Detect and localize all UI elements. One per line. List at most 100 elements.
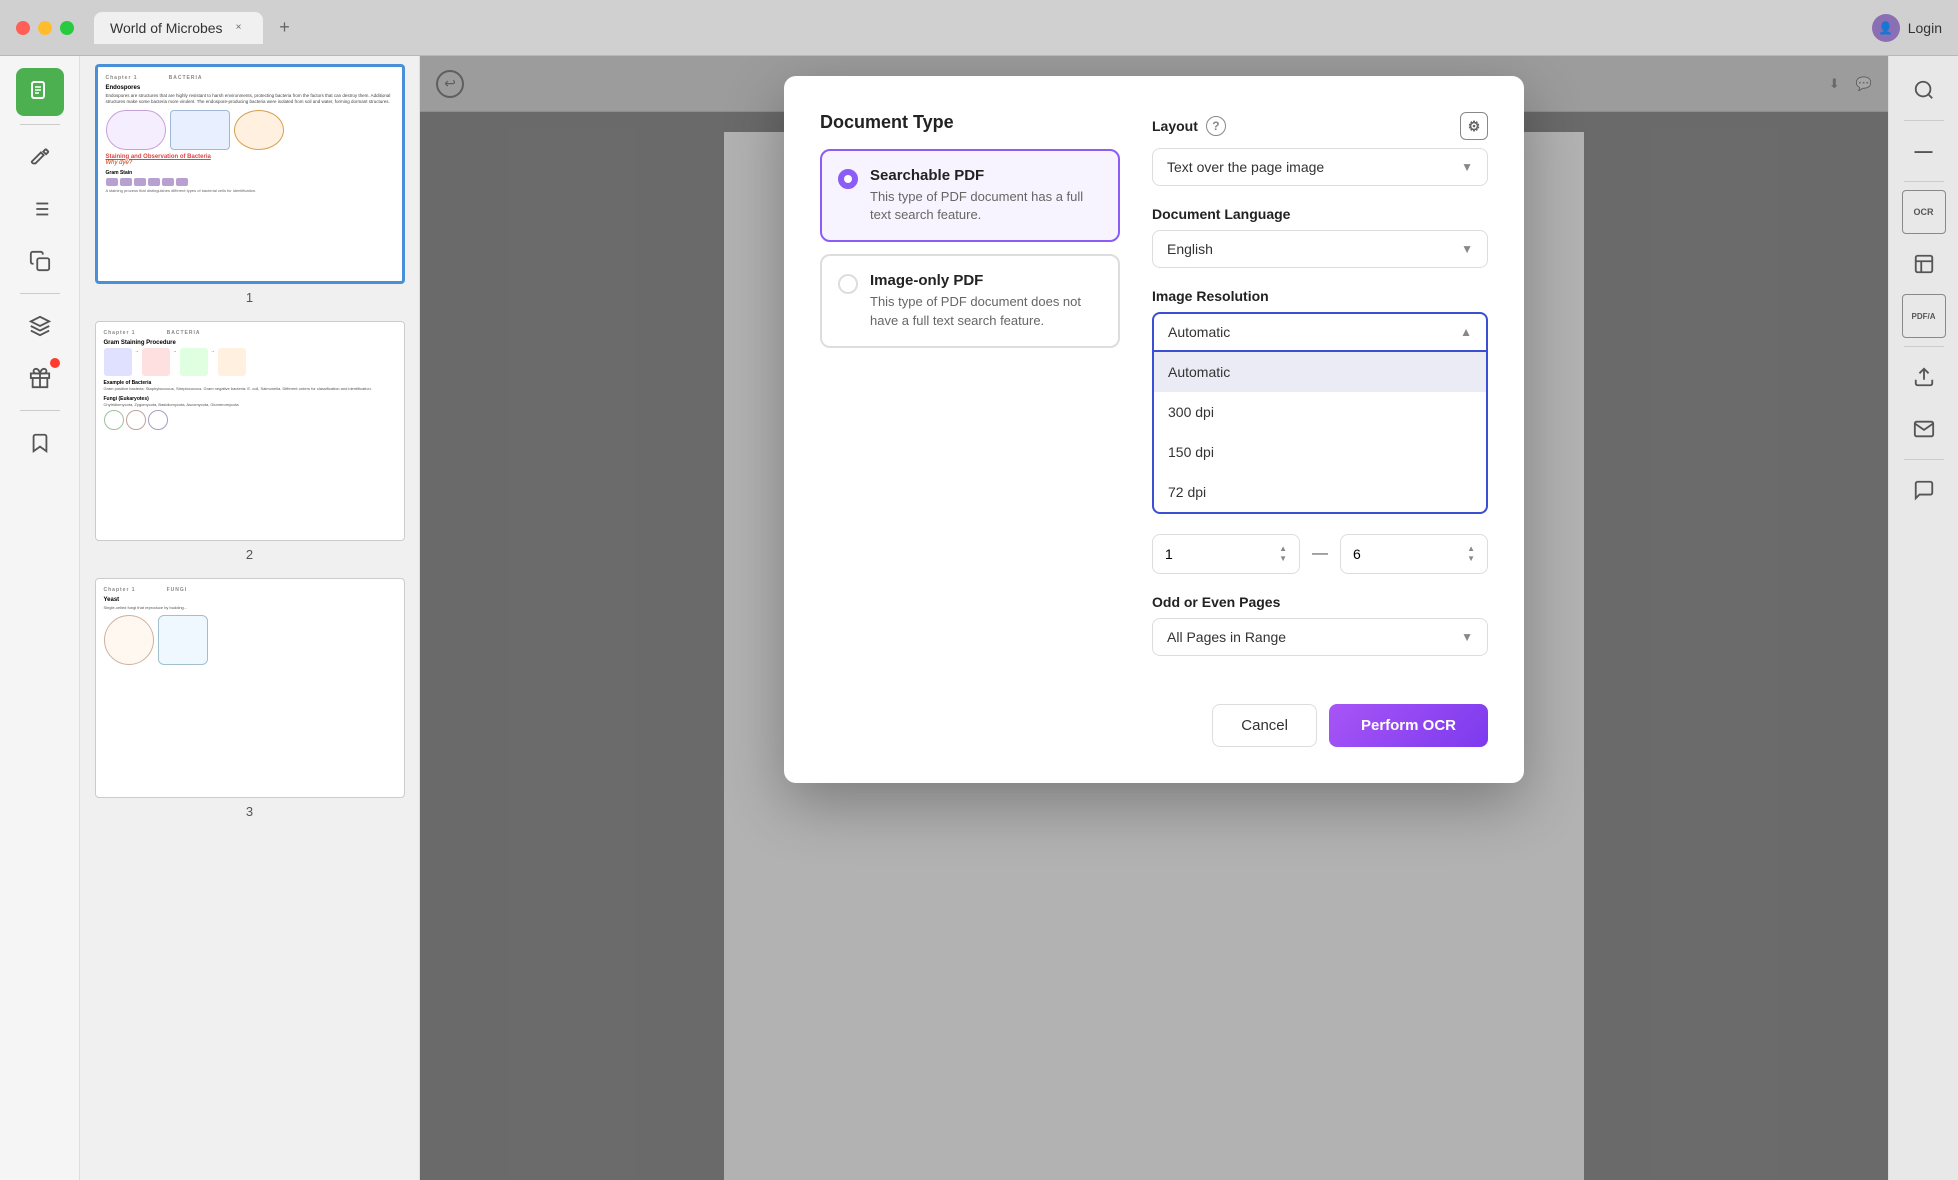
odd-even-label-row: Odd or Even Pages bbox=[1152, 594, 1488, 610]
page-to-value: 6 bbox=[1353, 546, 1361, 562]
sidebar-divider-1 bbox=[20, 124, 60, 125]
sidebar-item-list[interactable] bbox=[16, 185, 64, 233]
page-from-down[interactable]: ▼ bbox=[1279, 555, 1287, 563]
maximize-button[interactable] bbox=[60, 21, 74, 35]
tab-close-button[interactable]: × bbox=[231, 20, 247, 36]
scan-icon[interactable] bbox=[1902, 242, 1946, 286]
resolution-option-72dpi[interactable]: 72 dpi bbox=[1154, 472, 1486, 512]
thumbnail-number-2: 2 bbox=[246, 547, 253, 562]
odd-even-dropdown[interactable]: All Pages in Range ▼ bbox=[1152, 618, 1488, 656]
sidebar-item-gift[interactable] bbox=[16, 354, 64, 402]
layout-value: Text over the page image bbox=[1167, 159, 1324, 175]
right-toolbar-divider-4 bbox=[1904, 459, 1944, 460]
thumbnail-number-3: 3 bbox=[246, 804, 253, 819]
thumbnail-image-3[interactable]: Chapter 1 FUNGI Yeast Single-celled fung… bbox=[95, 578, 405, 798]
sidebar-divider-3 bbox=[20, 410, 60, 411]
page-to-input[interactable]: 6 ▲ ▼ bbox=[1340, 534, 1488, 574]
thumbnail-image-1[interactable]: Chapter 1 BACTERIA Endospores Endospores… bbox=[95, 64, 405, 284]
resolution-current-value: Automatic bbox=[1168, 324, 1230, 340]
sidebar-item-copy[interactable] bbox=[16, 237, 64, 285]
searchable-pdf-content: Searchable PDF This type of PDF document… bbox=[870, 167, 1102, 224]
resolution-label-text: Image Resolution bbox=[1152, 288, 1269, 304]
image-only-pdf-option[interactable]: Image-only PDF This type of PDF document… bbox=[820, 254, 1120, 347]
language-value: English bbox=[1167, 241, 1213, 257]
layout-dropdown-arrow: ▼ bbox=[1461, 160, 1473, 174]
ocr-dialog: Document Type Searchable PDF This type o… bbox=[784, 76, 1524, 783]
layout-control: Layout ? ⚙ Text over the page image ▼ bbox=[1152, 112, 1488, 186]
page-to-up[interactable]: ▲ bbox=[1467, 545, 1475, 553]
pdf-icon[interactable]: PDF/A bbox=[1902, 294, 1946, 338]
odd-even-dropdown-arrow: ▼ bbox=[1461, 630, 1473, 644]
new-tab-button[interactable]: + bbox=[271, 14, 299, 42]
language-dropdown[interactable]: English ▼ bbox=[1152, 230, 1488, 268]
right-toolbar-divider-2 bbox=[1904, 181, 1944, 182]
searchable-pdf-option[interactable]: Searchable PDF This type of PDF document… bbox=[820, 149, 1120, 242]
traffic-lights bbox=[16, 21, 74, 35]
document-type-title: Document Type bbox=[820, 112, 1120, 133]
settings-section: Layout ? ⚙ Text over the page image ▼ bbox=[1152, 112, 1488, 676]
thumbnail-item-3[interactable]: Chapter 1 FUNGI Yeast Single-celled fung… bbox=[88, 578, 411, 819]
resolution-option-automatic[interactable]: Automatic bbox=[1154, 352, 1486, 392]
main-tab[interactable]: World of Microbes × bbox=[94, 12, 263, 44]
image-only-pdf-desc: This type of PDF document does not have … bbox=[870, 293, 1102, 329]
cancel-button[interactable]: Cancel bbox=[1212, 704, 1317, 747]
close-button[interactable] bbox=[16, 21, 30, 35]
sidebar-item-layers[interactable] bbox=[16, 302, 64, 350]
layout-dropdown[interactable]: Text over the page image ▼ bbox=[1152, 148, 1488, 186]
language-dropdown-arrow: ▼ bbox=[1461, 242, 1473, 256]
resolution-dropdown-arrow: ▲ bbox=[1460, 325, 1472, 339]
sidebar-item-document[interactable] bbox=[16, 68, 64, 116]
search-icon[interactable] bbox=[1902, 68, 1946, 112]
tab-area: World of Microbes × + bbox=[94, 12, 1872, 44]
comment-icon[interactable] bbox=[1902, 468, 1946, 512]
ocr-icon[interactable]: OCR bbox=[1902, 190, 1946, 234]
resolution-dropdown-list: Automatic 300 dpi 150 dpi 72 dpi bbox=[1152, 352, 1488, 514]
odd-even-control: Odd or Even Pages All Pages in Range ▼ bbox=[1152, 594, 1488, 656]
page-to-down[interactable]: ▼ bbox=[1467, 555, 1475, 563]
odd-even-label-text: Odd or Even Pages bbox=[1152, 594, 1280, 610]
layout-settings-icon[interactable]: ⚙ bbox=[1460, 112, 1488, 140]
login-label: Login bbox=[1908, 20, 1942, 36]
thumbnail-item-1[interactable]: Chapter 1 BACTERIA Endospores Endospores… bbox=[88, 64, 411, 305]
thumbnail-number-1: 1 bbox=[246, 290, 253, 305]
resolution-option-300dpi[interactable]: 300 dpi bbox=[1154, 392, 1486, 432]
left-sidebar bbox=[0, 56, 80, 1180]
resolution-dropdown-header[interactable]: Automatic ▲ bbox=[1152, 312, 1488, 352]
minimize-button[interactable] bbox=[38, 21, 52, 35]
sidebar-item-bookmark[interactable] bbox=[16, 419, 64, 467]
resolution-control: Image Resolution Automatic ▲ Automatic 3… bbox=[1152, 288, 1488, 514]
document-type-section: Document Type Searchable PDF This type o… bbox=[820, 112, 1120, 676]
layout-label-row: Layout ? ⚙ bbox=[1152, 112, 1488, 140]
email-icon[interactable] bbox=[1902, 407, 1946, 451]
odd-even-value: All Pages in Range bbox=[1167, 629, 1286, 645]
page-from-input[interactable]: 1 ▲ ▼ bbox=[1152, 534, 1300, 574]
export-icon[interactable] bbox=[1902, 355, 1946, 399]
resolution-option-150dpi[interactable]: 150 dpi bbox=[1154, 432, 1486, 472]
perform-ocr-button[interactable]: Perform OCR bbox=[1329, 704, 1488, 747]
radio-inner-dot bbox=[844, 175, 852, 183]
resolution-label-row: Image Resolution bbox=[1152, 288, 1488, 304]
image-only-pdf-radio[interactable] bbox=[838, 274, 858, 294]
right-toolbar-divider-1 bbox=[1904, 120, 1944, 121]
searchable-pdf-radio[interactable] bbox=[838, 169, 858, 189]
page-to-stepper: ▲ ▼ bbox=[1467, 545, 1475, 563]
page-range-row: 1 ▲ ▼ — 6 ▲ ▼ bbox=[1152, 534, 1488, 574]
right-toolbar: — OCR PDF/A bbox=[1888, 56, 1958, 1180]
range-dash: — bbox=[1312, 545, 1328, 563]
titlebar: World of Microbes × + 👤 Login bbox=[0, 0, 1958, 56]
minus-icon[interactable]: — bbox=[1902, 129, 1946, 173]
thumbnail-item-2[interactable]: Chapter 1 BACTERIA Gram Staining Procedu… bbox=[88, 321, 411, 562]
dialog-buttons: Cancel Perform OCR bbox=[820, 704, 1488, 747]
searchable-pdf-label: Searchable PDF bbox=[870, 167, 1102, 184]
right-toolbar-divider-3 bbox=[1904, 346, 1944, 347]
user-avatar: 👤 bbox=[1872, 14, 1900, 42]
sidebar-item-brush[interactable] bbox=[16, 133, 64, 181]
dialog-overlay: Document Type Searchable PDF This type o… bbox=[420, 56, 1888, 1180]
main-content: ↩ ⬇ 💬 BACTERIA ative cell bbox=[420, 56, 1888, 1180]
gift-badge bbox=[50, 358, 60, 368]
login-button[interactable]: 👤 Login bbox=[1872, 14, 1942, 42]
main-layout: Chapter 1 BACTERIA Endospores Endospores… bbox=[0, 56, 1958, 1180]
layout-help-icon[interactable]: ? bbox=[1206, 116, 1226, 136]
thumbnail-image-2[interactable]: Chapter 1 BACTERIA Gram Staining Procedu… bbox=[95, 321, 405, 541]
page-from-up[interactable]: ▲ bbox=[1279, 545, 1287, 553]
